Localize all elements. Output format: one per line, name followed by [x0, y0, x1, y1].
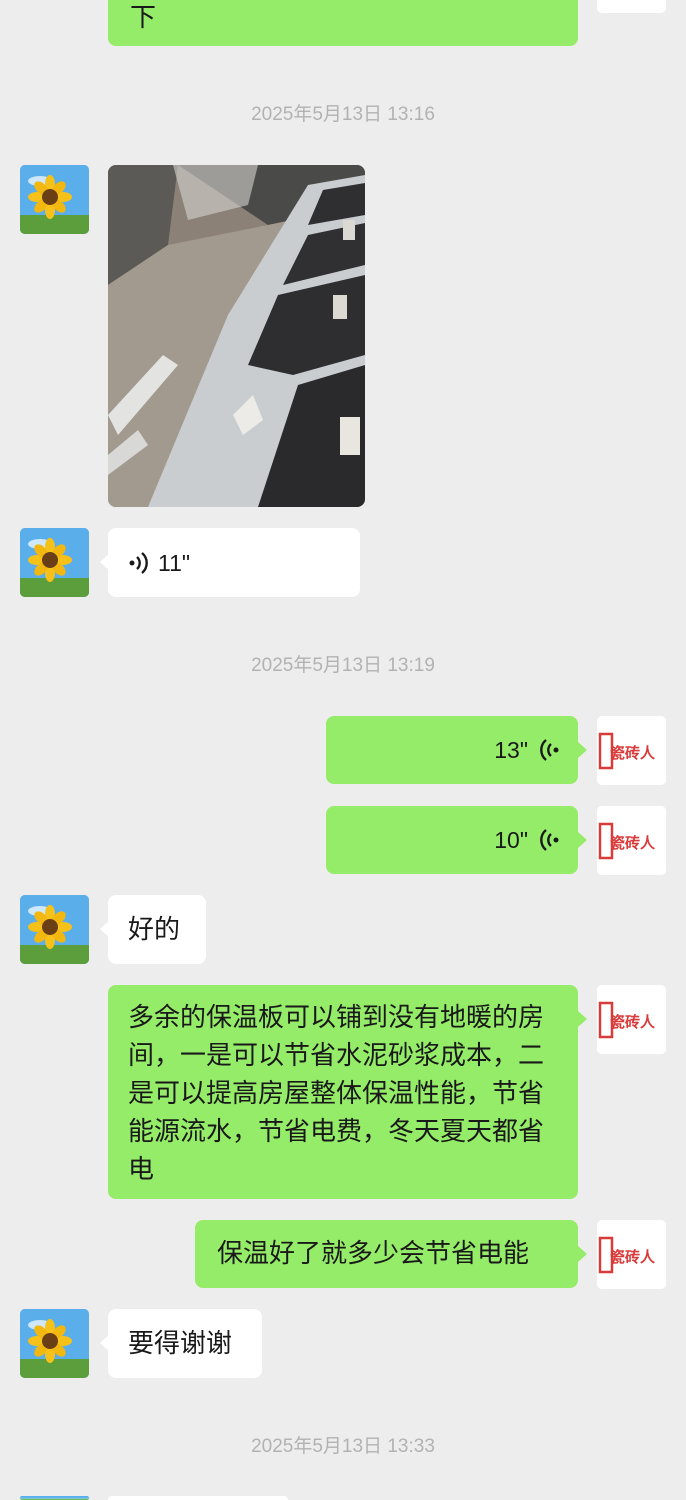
- sunflower-avatar[interactable]: [20, 1496, 89, 1500]
- brand-logo-icon: 瓷砖人: [597, 806, 666, 875]
- brand-avatar[interactable]: 瓷砖人: [597, 985, 666, 1054]
- bubble-tail: [578, 1246, 587, 1262]
- text-message-received[interactable]: 要得谢谢: [108, 1309, 262, 1378]
- timestamp: 2025年5月13日 13:19: [251, 655, 435, 676]
- bubble-tail: [578, 742, 587, 758]
- construction-floor-photo: [108, 165, 365, 507]
- text-message-received[interactable]: 好的: [108, 895, 206, 964]
- sunflower-avatar[interactable]: [20, 895, 89, 964]
- sunflower-icon: [20, 528, 89, 597]
- timestamp: 2025年5月13日 13:33: [251, 1436, 435, 1457]
- voice-message-received[interactable]: 11": [108, 528, 360, 597]
- voice-duration: 11": [158, 549, 191, 576]
- sunflower-icon: [20, 895, 89, 964]
- brand-logo-text: 瓷砖人: [610, 1248, 656, 1266]
- message-text: 多余的保温板可以铺到没有地暖的房间，一是可以节省水泥砂浆成本，二是可以提高房屋整…: [128, 1003, 545, 1185]
- text-message-sent[interactable]: 多余的保温板可以铺到没有地暖的房间，一是可以节省水泥砂浆成本，二是可以提高房屋整…: [108, 985, 578, 1199]
- sunflower-icon: [20, 1309, 89, 1378]
- voice-duration: 13": [494, 737, 528, 763]
- brand-logo-text: 瓷砖人: [610, 1013, 656, 1031]
- sunflower-icon: [20, 165, 89, 234]
- brand-logo-text: 瓷砖人: [610, 744, 656, 762]
- voice-wave-icon: [540, 829, 559, 851]
- bubble-tail: [578, 1011, 587, 1027]
- voice-wave-icon: [540, 739, 559, 761]
- message-text: 保温好了就多少会节省电能: [217, 1239, 530, 1269]
- message-text: 好的: [128, 915, 181, 945]
- sunflower-avatar[interactable]: [20, 1309, 89, 1378]
- voice-message-sent[interactable]: 10": [326, 806, 578, 874]
- brand-avatar[interactable]: [597, 0, 666, 13]
- brand-logo-icon: 瓷砖人: [597, 1220, 666, 1289]
- brand-logo-icon: 瓷砖人: [597, 716, 666, 785]
- text-message-sent[interactable]: 保温好了就多少会节省电能: [195, 1220, 578, 1288]
- brand-logo-text: 瓷砖人: [610, 834, 656, 852]
- message-text: 要得谢谢: [128, 1329, 233, 1359]
- message-text: 下: [130, 3, 157, 33]
- brand-logo-icon: 瓷砖人: [597, 985, 666, 1054]
- photo-message[interactable]: [108, 165, 365, 507]
- message-bubble-received-partial[interactable]: [108, 1496, 288, 1500]
- brand-avatar[interactable]: 瓷砖人: [597, 716, 666, 785]
- message-bubble-sent-partial[interactable]: 下: [108, 0, 578, 46]
- sunflower-avatar[interactable]: [20, 165, 89, 234]
- brand-avatar[interactable]: 瓷砖人: [597, 806, 666, 875]
- brand-avatar[interactable]: 瓷砖人: [597, 1220, 666, 1289]
- voice-wave-icon: [129, 551, 148, 574]
- voice-message-sent[interactable]: 13": [326, 716, 578, 784]
- sunflower-avatar[interactable]: [20, 528, 89, 597]
- voice-duration: 10": [494, 827, 528, 853]
- bubble-tail: [578, 832, 587, 848]
- timestamp: 2025年5月13日 13:16: [251, 104, 435, 125]
